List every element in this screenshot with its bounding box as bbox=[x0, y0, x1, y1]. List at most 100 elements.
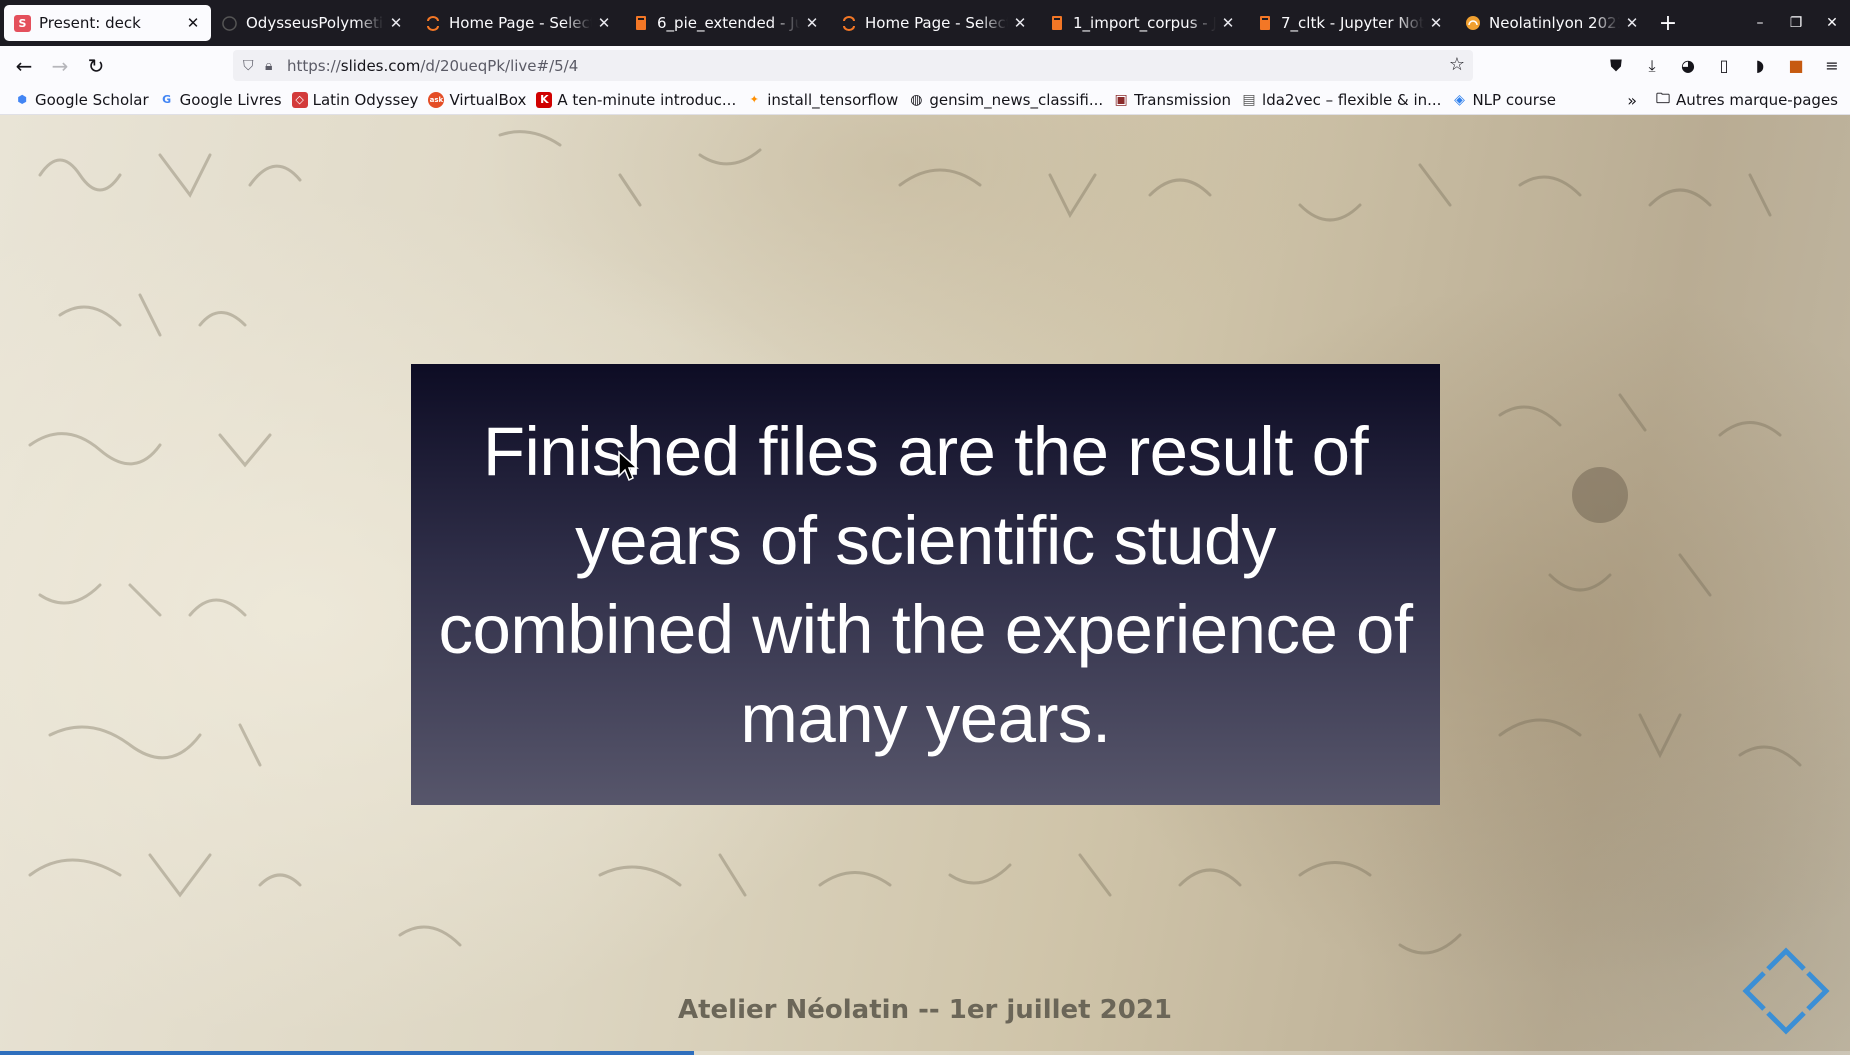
download-icon[interactable]: ⤓ bbox=[1634, 56, 1670, 76]
arrow-right-icon: → bbox=[51, 53, 69, 78]
tab-title: 6_pie_extended - Jupy bbox=[657, 14, 800, 32]
tab-title: Home Page - Select or bbox=[449, 14, 592, 32]
github-icon bbox=[221, 15, 238, 32]
jupyter-icon bbox=[840, 15, 857, 32]
bookmark-star-icon[interactable]: ☆ bbox=[1449, 54, 1465, 75]
transmission-icon: ▣ bbox=[1114, 91, 1128, 108]
bookmark-lda2vec[interactable]: ▤ lda2vec – flexible & in... bbox=[1241, 91, 1441, 109]
close-icon[interactable]: ✕ bbox=[388, 14, 404, 32]
bookmark-transmission[interactable]: ▣ Transmission bbox=[1113, 90, 1232, 109]
nav-left-icon[interactable] bbox=[1742, 971, 1766, 1011]
tab-jupyter-home-2[interactable]: Home Page - Select or ✕ bbox=[830, 5, 1038, 41]
forward-button[interactable]: → bbox=[42, 50, 78, 82]
tab-title: OdysseusPolymetis/ne bbox=[246, 14, 384, 32]
toolbar-icons: ⛊ ⤓ ◕ ▯ ◗ ■ ≡ bbox=[1598, 46, 1850, 85]
notebook-icon bbox=[632, 15, 649, 32]
tab-jupyter-home-1[interactable]: Home Page - Select or ✕ bbox=[414, 5, 622, 41]
close-icon[interactable]: ✕ bbox=[1220, 14, 1236, 32]
bookmark-nlp-course[interactable]: ◈ NLP course bbox=[1451, 91, 1556, 109]
notebook-icon bbox=[1256, 15, 1273, 32]
menu-icon[interactable]: ≡ bbox=[1814, 56, 1850, 75]
nav-right-icon[interactable] bbox=[1806, 971, 1830, 1011]
tab-title: 1_import_corpus - Jup bbox=[1073, 14, 1216, 32]
extension-icon[interactable]: ◕ bbox=[1670, 56, 1706, 75]
reader-icon[interactable]: ▯ bbox=[1706, 56, 1742, 75]
conference-icon bbox=[1464, 15, 1481, 32]
jupyter-icon bbox=[424, 15, 441, 32]
bookmarks-bar: ⬢ Google Scholar G Google Livres ◇ Latin Od… bbox=[0, 85, 1850, 115]
shield-icon: ⛉ bbox=[243, 57, 254, 74]
close-window-icon[interactable]: ✕ bbox=[1814, 15, 1850, 31]
nav-down-icon[interactable] bbox=[1766, 1011, 1806, 1035]
bookmarks-overflow: » 🗀︎ Autres marque-pages bbox=[1627, 85, 1838, 115]
hf-icon: ◈ bbox=[1454, 91, 1465, 108]
bookmark-label: gensim_news_classifi... bbox=[929, 90, 1104, 109]
new-tab-button[interactable]: + bbox=[1650, 5, 1686, 41]
bookmark-google-livres[interactable]: G Google Livres bbox=[159, 91, 281, 109]
slide-footer: Atelier Néolatin -- 1er juillet 2021 bbox=[678, 995, 1172, 1025]
doc-icon: ▤ bbox=[1242, 91, 1256, 108]
slide-progress-bar bbox=[0, 1051, 1850, 1055]
close-icon[interactable]: ✕ bbox=[185, 14, 201, 32]
extension-box-icon[interactable]: ■ bbox=[1778, 56, 1814, 75]
bookmark-label: A ten-minute introduc... bbox=[557, 90, 737, 109]
mouse-cursor-icon bbox=[618, 450, 639, 482]
navigation-bar: ← → ↻ ⛉ 🔒︎ https://slides.com/d/20ueqPk/… bbox=[0, 46, 1850, 85]
lock-icon: 🔒︎ bbox=[265, 57, 273, 74]
other-bookmarks-folder[interactable]: 🗀︎ Autres marque-pages bbox=[1655, 91, 1838, 109]
tab-title: Home Page - Select or bbox=[865, 14, 1008, 32]
bookmark-label: Latin Odyssey bbox=[312, 90, 419, 109]
url-host: slides.com bbox=[340, 56, 421, 75]
slide-quote: Finished files are the result of years o… bbox=[438, 412, 1413, 757]
url-bar[interactable]: ⛉ 🔒︎ https://slides.com/d/20ueqPk/live#/… bbox=[233, 50, 1473, 81]
bookmark-label: Transmission bbox=[1134, 90, 1232, 109]
bookmark-virtualbox[interactable]: ask VirtualBox bbox=[428, 91, 526, 109]
tab-import-corpus[interactable]: 1_import_corpus - Jup ✕ bbox=[1038, 5, 1246, 41]
chevron-double-right-icon[interactable]: » bbox=[1627, 91, 1637, 110]
bookmark-ten-minute-intro[interactable]: KA ten-minute introduc... bbox=[536, 91, 736, 109]
quote-box: Finished files are the result of years o… bbox=[411, 364, 1440, 805]
close-icon[interactable]: ✕ bbox=[596, 14, 612, 32]
odyssey-icon: ◇ bbox=[291, 91, 308, 108]
bookmark-label: lda2vec – flexible & in... bbox=[1262, 90, 1442, 109]
slides-icon: S bbox=[14, 14, 31, 32]
bookmark-label: Google Scholar bbox=[35, 90, 149, 109]
slide-viewport[interactable]: Finished files are the result of years o… bbox=[0, 115, 1850, 1055]
minimize-icon[interactable]: – bbox=[1742, 15, 1778, 31]
pocket-icon[interactable]: ⛊ bbox=[1598, 56, 1634, 76]
tab-github[interactable]: OdysseusPolymetis/ne ✕ bbox=[211, 5, 414, 41]
tab-title: 7_cltk - Jupyter Notebo bbox=[1281, 14, 1424, 32]
bookmark-google-scholar[interactable]: ⬢ Google Scholar bbox=[14, 90, 149, 109]
slide-progress-fill bbox=[0, 1051, 694, 1055]
reload-button[interactable]: ↻ bbox=[78, 50, 114, 82]
back-button[interactable]: ← bbox=[6, 50, 42, 82]
restore-icon[interactable]: ❐ bbox=[1778, 15, 1814, 31]
bookmark-latin-odyssey[interactable]: ◇ Latin Odyssey bbox=[291, 90, 419, 109]
other-bookmarks-label: Autres marque-pages bbox=[1676, 91, 1838, 109]
slide-navigation-controls bbox=[1738, 943, 1834, 1039]
window-controls: – ❐ ✕ bbox=[1742, 0, 1850, 46]
close-icon[interactable]: ✕ bbox=[804, 14, 820, 32]
tab-present-deck[interactable]: S Present: deck ✕ bbox=[4, 5, 211, 41]
arrow-left-icon: ← bbox=[15, 53, 33, 78]
url-path: /d/20ueqPk/live#/5/4 bbox=[420, 56, 579, 75]
tab-title: Neolatinlyon 2021 - éc bbox=[1489, 14, 1620, 32]
tab-title: Present: deck bbox=[39, 14, 141, 32]
globe-icon: ◍ bbox=[910, 91, 923, 108]
close-icon[interactable]: ✕ bbox=[1624, 14, 1640, 32]
close-icon[interactable]: ✕ bbox=[1428, 14, 1444, 32]
extension-mask-icon[interactable]: ◗ bbox=[1742, 56, 1778, 75]
tab-cltk[interactable]: 7_cltk - Jupyter Notebo ✕ bbox=[1246, 5, 1454, 41]
bookmark-gensim-news[interactable]: ◍ gensim_news_classifi... bbox=[908, 91, 1103, 109]
folder-icon: 🗀︎ bbox=[1656, 91, 1671, 107]
tab-pie-extended[interactable]: 6_pie_extended - Jupy ✕ bbox=[622, 5, 830, 41]
nav-up-icon[interactable] bbox=[1766, 947, 1806, 971]
bookmark-install-tensorflow[interactable]: ✦ install_tensorflow bbox=[746, 90, 899, 109]
scholar-icon: ⬢ bbox=[17, 93, 27, 106]
tab-neolatinlyon[interactable]: Neolatinlyon 2021 - éc ✕ bbox=[1454, 5, 1650, 41]
bookmark-label: install_tensorflow bbox=[767, 90, 899, 109]
tab-list: S Present: deck ✕ OdysseusPolymetis/ne ✕… bbox=[0, 0, 1650, 46]
bookmark-label: VirtualBox bbox=[449, 90, 527, 109]
reload-icon: ↻ bbox=[87, 53, 105, 78]
close-icon[interactable]: ✕ bbox=[1012, 14, 1028, 32]
